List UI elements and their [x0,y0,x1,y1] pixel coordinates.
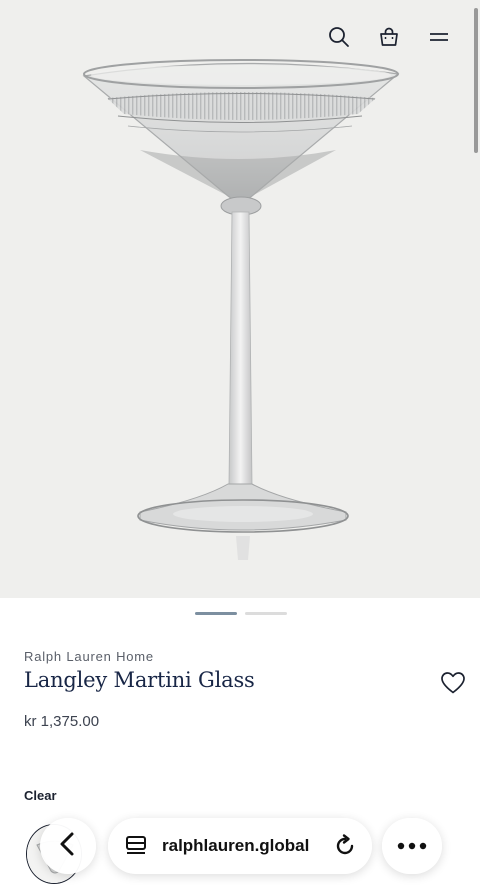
martini-glass-image [82,59,400,560]
carousel-dot-1[interactable] [195,612,237,615]
search-icon[interactable] [326,24,352,50]
product-title: Langley Martini Glass [24,668,255,692]
product-price: kr 1,375.00 [24,713,100,730]
browser-address-bar[interactable]: ralphlauren.global [108,818,372,874]
browser-back-button[interactable] [40,818,96,874]
browser-url[interactable]: ralphlauren.global [162,836,332,856]
shopping-bag-icon[interactable] [376,24,402,50]
browser-more-button[interactable] [382,818,442,874]
menu-icon[interactable] [426,24,452,50]
tabs-icon[interactable] [124,834,148,858]
clear-selection-link[interactable]: Clear [24,788,57,803]
more-icon [397,837,427,855]
reload-icon[interactable] [332,833,358,859]
page-scrollbar[interactable] [474,8,478,153]
back-icon [57,831,79,862]
product-brand: Ralph Lauren Home [24,649,154,664]
header-icons [326,24,452,50]
carousel-indicator [195,612,287,615]
wishlist-heart-icon[interactable] [440,671,466,695]
carousel-dot-2[interactable] [245,612,287,615]
product-image[interactable] [0,0,480,598]
